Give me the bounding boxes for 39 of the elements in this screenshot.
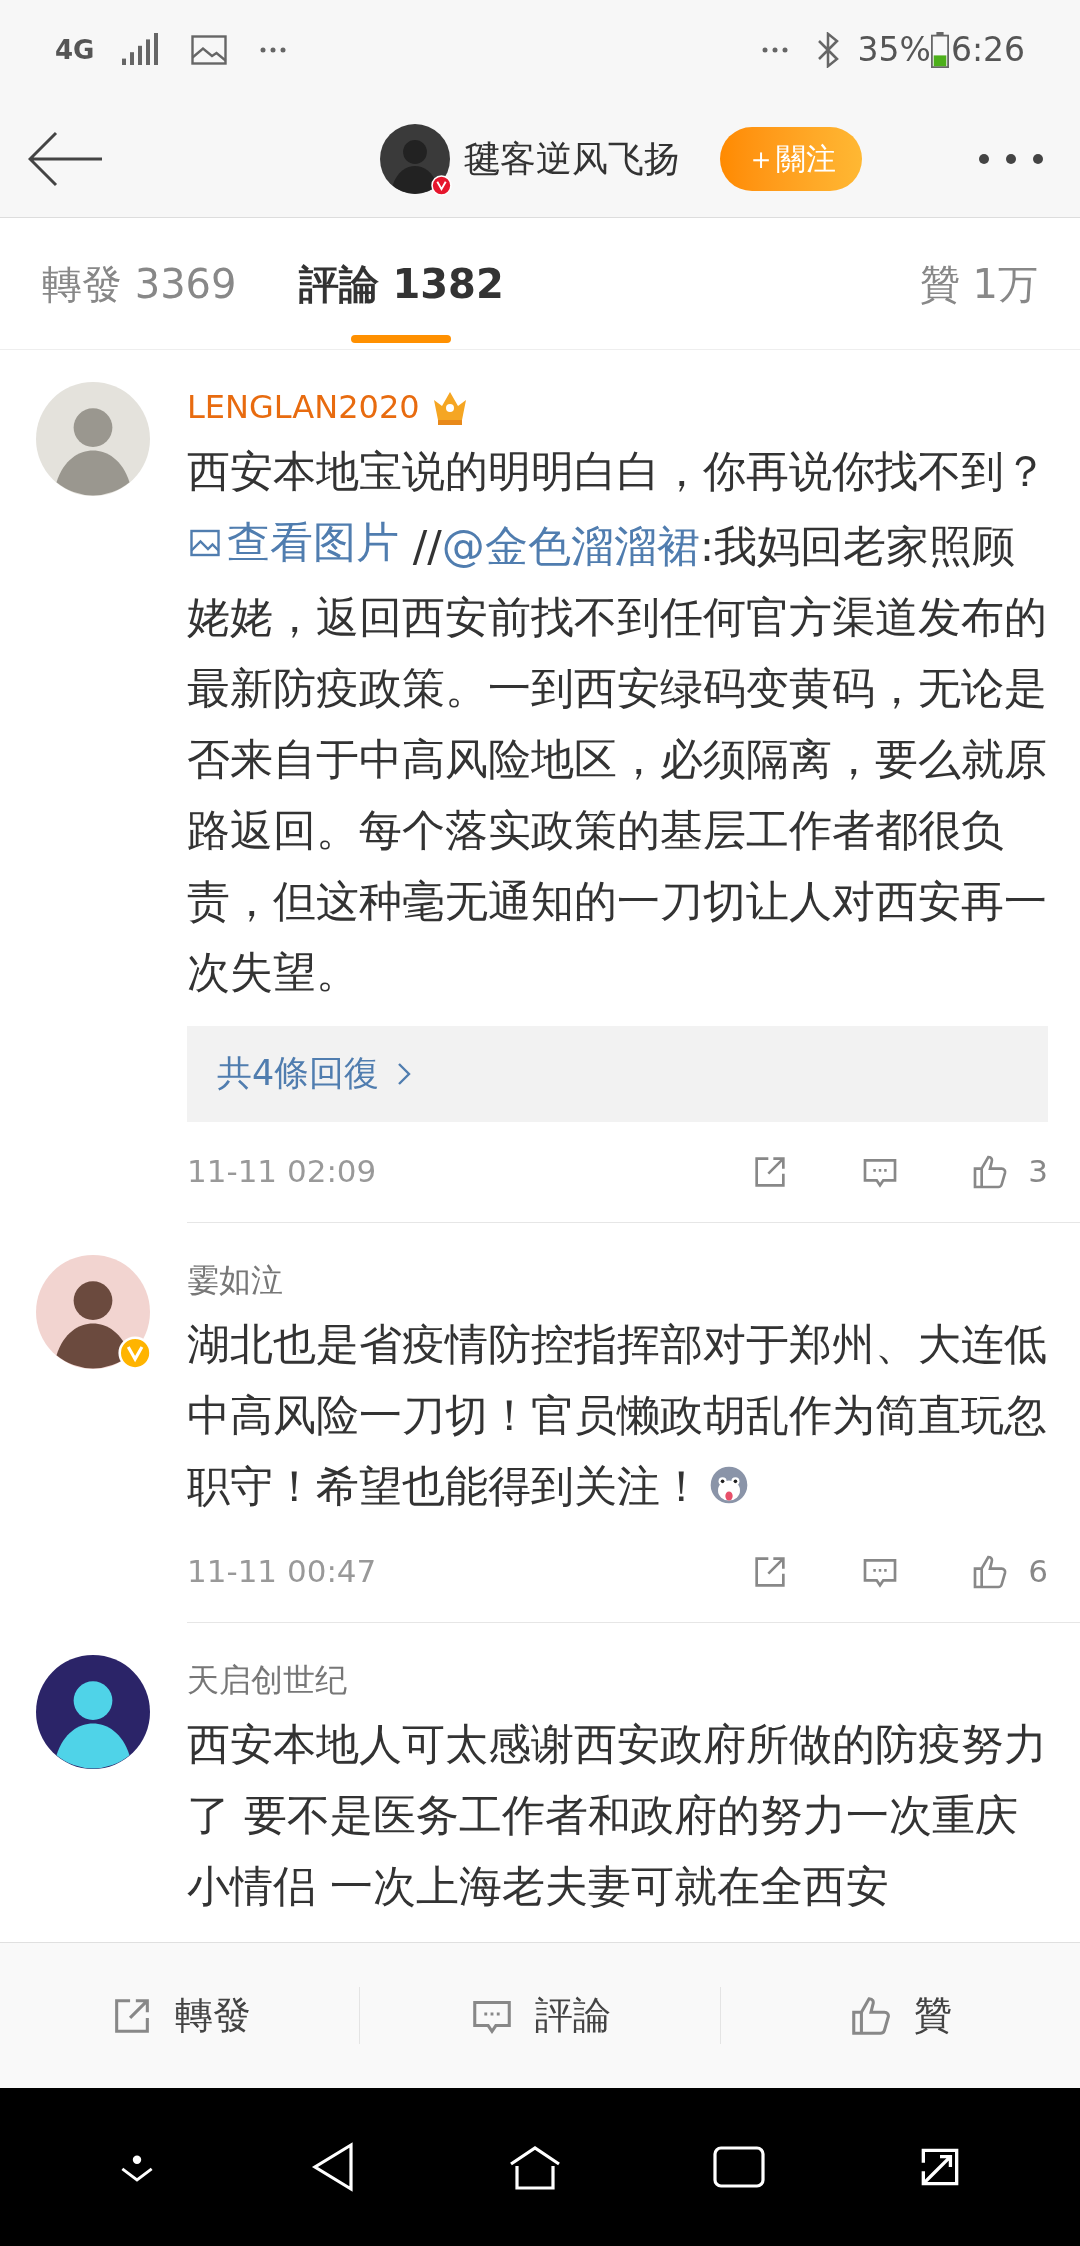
replies-panel[interactable]: 共4條回復: [187, 1025, 1048, 1122]
more-icon[interactable]: [978, 152, 1044, 165]
avatar[interactable]: [36, 1254, 150, 1369]
comment-time: 11-11 00:47: [187, 1552, 377, 1592]
comment-text: 湖北也是省疫情防控指挥部对于郑州、大连低中高风险一刀切！官员懒政胡乱作为简直玩忽职守！希望也能得到关注！: [187, 1317, 1048, 1513]
recent-apps-icon[interactable]: [713, 2146, 765, 2188]
comment-text: 西安本地宝说的明明白白，你再说你找不到？ 查看图片 //@金色溜溜裙:我妈回老家照顾姥姥，返回西安前找不到任何官方渠道发布的最新防疫政策。一到西安绿码变黄码，无论是否来自于中高风险地区，必须隔离，要么就原路返回。每个落实政策的基层工作者都很负责，但这种毫无通知的一刀切让人对西安再一次失望。: [187, 445, 1048, 999]
comment-button[interactable]: 評論: [459, 1987, 621, 2044]
back-arrow-icon[interactable]: [28, 130, 104, 187]
home-icon[interactable]: [507, 2144, 563, 2190]
repost-button[interactable]: 轉發: [98, 1987, 261, 2044]
comment-time: 11-11 02:09: [187, 1152, 377, 1192]
chevron-right-icon: [397, 1061, 412, 1086]
network-type: 4G: [55, 33, 95, 67]
image-icon: [190, 35, 229, 65]
comment-text: 西安本地人可太感谢西安政府所做的防疫努力了 要不是医务工作者和政府的努力一次重庆小情侣 一次上海老夫妻可就在全西安: [187, 1717, 1048, 1913]
tab[interactable]: 贊 1万: [919, 253, 1038, 314]
verified-badge-icon: [431, 174, 452, 196]
comment-username[interactable]: 天启创世纪: [187, 1655, 347, 1704]
mention-link[interactable]: @金色溜溜裙: [441, 520, 700, 571]
more-icon: [761, 47, 788, 53]
tab[interactable]: 評論 1382: [298, 253, 504, 314]
header-username: 毽客逆风飞扬: [464, 136, 680, 181]
view-image-link[interactable]: 查看图片: [187, 507, 399, 578]
like-count: 3: [1028, 1152, 1048, 1192]
more-icon: [260, 47, 287, 53]
verified-badge-icon: [117, 1336, 152, 1371]
avatar[interactable]: [380, 123, 450, 194]
battery-percent: 35%: [857, 29, 931, 72]
tab[interactable]: 轉發 3369: [42, 253, 237, 314]
battery-icon: [930, 31, 949, 69]
comment-username[interactable]: LENGLAN2020: [187, 383, 420, 431]
clock: 6:26: [950, 29, 1025, 72]
like-button[interactable]: 贊: [838, 1987, 963, 2044]
avatar[interactable]: [36, 1654, 150, 1769]
view-replies-link[interactable]: 共4條回復: [217, 1047, 380, 1100]
like-count: 6: [1028, 1552, 1048, 1592]
comment-username[interactable]: 霎如泣: [187, 1255, 283, 1304]
bluetooth-icon: [815, 32, 840, 68]
